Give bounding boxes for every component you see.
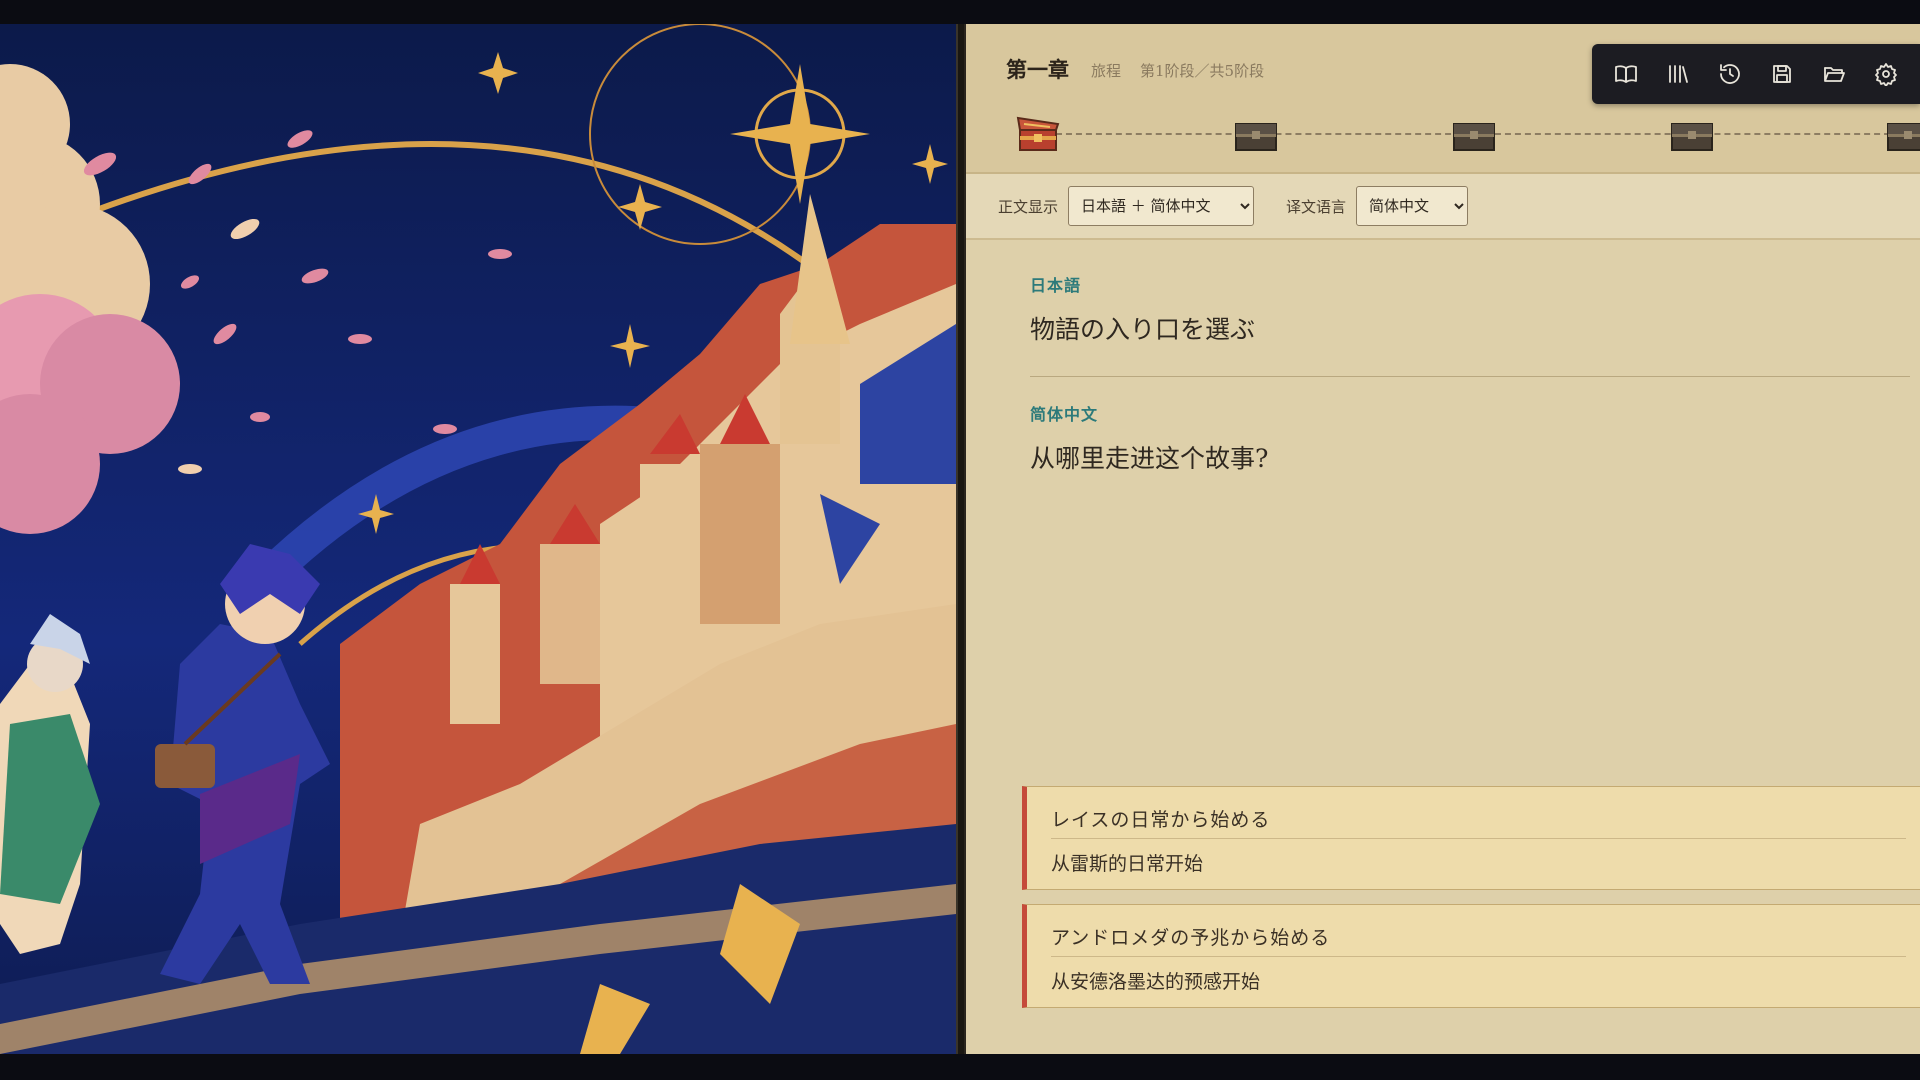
- history-button[interactable]: [1712, 56, 1748, 92]
- gear-icon: [1875, 63, 1897, 86]
- choice-japanese: レイスの日常から始める: [1051, 809, 1271, 831]
- journey-label: 旅程: [1091, 62, 1122, 80]
- stage-progress-label: 第1阶段／共5阶段: [1140, 62, 1265, 80]
- story-illustration: [0, 24, 956, 1054]
- choice-button[interactable]: アンドロメダの予兆から始める 从安德洛墨达的预感开始: [1022, 904, 1920, 1008]
- stage-progress-track: [1016, 104, 1920, 164]
- open-chest-icon[interactable]: [1016, 116, 1060, 152]
- text-options-bar: 正文显示 日本語 ＋ 简体中文 译文语言 简体中文: [966, 174, 1920, 240]
- choice-button[interactable]: レイスの日常から始める 从雷斯的日常开始: [1022, 786, 1920, 890]
- book-icon: [1615, 65, 1637, 83]
- text-separator: [1030, 376, 1910, 377]
- chapter-header: 第一章 旅程 第1阶段／共5阶段: [966, 24, 1920, 174]
- save-icon: [1773, 65, 1791, 83]
- chinese-tag: 简体中文: [1030, 405, 1099, 424]
- choice-japanese: アンドロメダの予兆から始める: [1051, 927, 1331, 949]
- choice-divider: [1051, 956, 1906, 957]
- history-icon: [1720, 64, 1740, 84]
- book-button[interactable]: [1608, 56, 1644, 92]
- library-icon: [1669, 65, 1688, 83]
- chinese-line: 从哪里走进这个故事?: [1030, 444, 1269, 473]
- settings-button[interactable]: [1868, 56, 1904, 92]
- reader-toolbar: [1592, 44, 1920, 104]
- load-button[interactable]: [1816, 56, 1852, 92]
- translation-language-select[interactable]: 简体中文: [1356, 186, 1469, 226]
- library-button[interactable]: [1660, 56, 1696, 92]
- folder-open-icon: [1824, 67, 1845, 82]
- panel-divider[interactable]: [956, 24, 966, 1054]
- locked-chest-icon[interactable]: [1886, 116, 1920, 152]
- japanese-tag: 日本語: [1030, 276, 1082, 295]
- choice-divider: [1051, 838, 1906, 839]
- locked-chest-icon[interactable]: [1670, 116, 1714, 152]
- story-text: 日本語 物語の入り口を選ぶ 简体中文 从哪里走进这个故事?: [1030, 272, 1910, 475]
- save-button[interactable]: [1764, 56, 1800, 92]
- locked-chest-icon[interactable]: [1234, 116, 1278, 152]
- chapter-title: 第一章: [1006, 57, 1069, 82]
- translation-language-label: 译文语言: [1286, 197, 1347, 216]
- japanese-line: 物語の入り口を選ぶ: [1030, 315, 1256, 344]
- locked-chest-icon[interactable]: [1452, 116, 1496, 152]
- reader-panel: 第一章 旅程 第1阶段／共5阶段 正文显示 日本語 ＋ 简体中文 译文语言 简体…: [966, 24, 1920, 1054]
- display-mode-label: 正文显示: [998, 197, 1059, 216]
- choice-chinese: 从雷斯的日常开始: [1051, 853, 1204, 875]
- choice-chinese: 从安德洛墨达的预感开始: [1051, 971, 1261, 993]
- display-mode-select[interactable]: 日本語 ＋ 简体中文: [1068, 186, 1255, 226]
